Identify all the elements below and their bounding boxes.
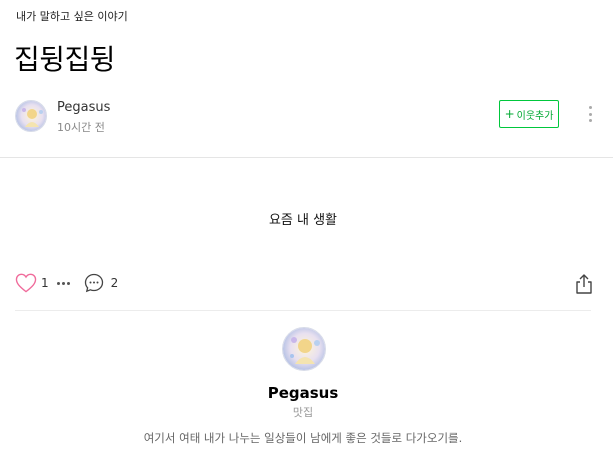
post-body: 요즘 내 생활 [268, 213, 338, 228]
post-title: 집뒹집뒹 [14, 43, 116, 76]
more-vertical-icon[interactable] [585, 104, 595, 124]
heart-icon[interactable] [15, 273, 37, 293]
profile-category: 맛집 [292, 406, 314, 419]
more-dots-icon[interactable] [56, 281, 70, 285]
plus-icon: + [504, 107, 515, 121]
blog-post-page: 내가 말하고 싶은 이야기 집뒹집뒹 Pegasus 10시간 전 + 이웃추가… [0, 0, 613, 450]
profile-name[interactable]: Pegasus [0, 384, 606, 402]
profile-avatar[interactable] [282, 327, 326, 371]
post-category[interactable]: 내가 말하고 싶은 이야기 [16, 8, 128, 24]
add-neighbor-label: 이웃추가 [516, 110, 554, 122]
comment-count: 2 [110, 276, 119, 290]
divider [0, 157, 613, 158]
post-timestamp: 10시간 전 [57, 121, 105, 134]
comment-icon[interactable] [84, 273, 104, 293]
author-name[interactable]: Pegasus [57, 100, 110, 115]
profile-description: 여기서 여태 내가 나누는 일상들이 남에게 좋은 것들로 다가오기를. [143, 431, 463, 445]
add-neighbor-button[interactable]: + 이웃추가 [499, 100, 559, 128]
author-avatar[interactable] [15, 100, 47, 132]
divider [15, 310, 591, 311]
like-count: 1 [41, 276, 49, 290]
reaction-bar: 1 2 [15, 272, 118, 294]
share-icon[interactable] [574, 273, 594, 295]
